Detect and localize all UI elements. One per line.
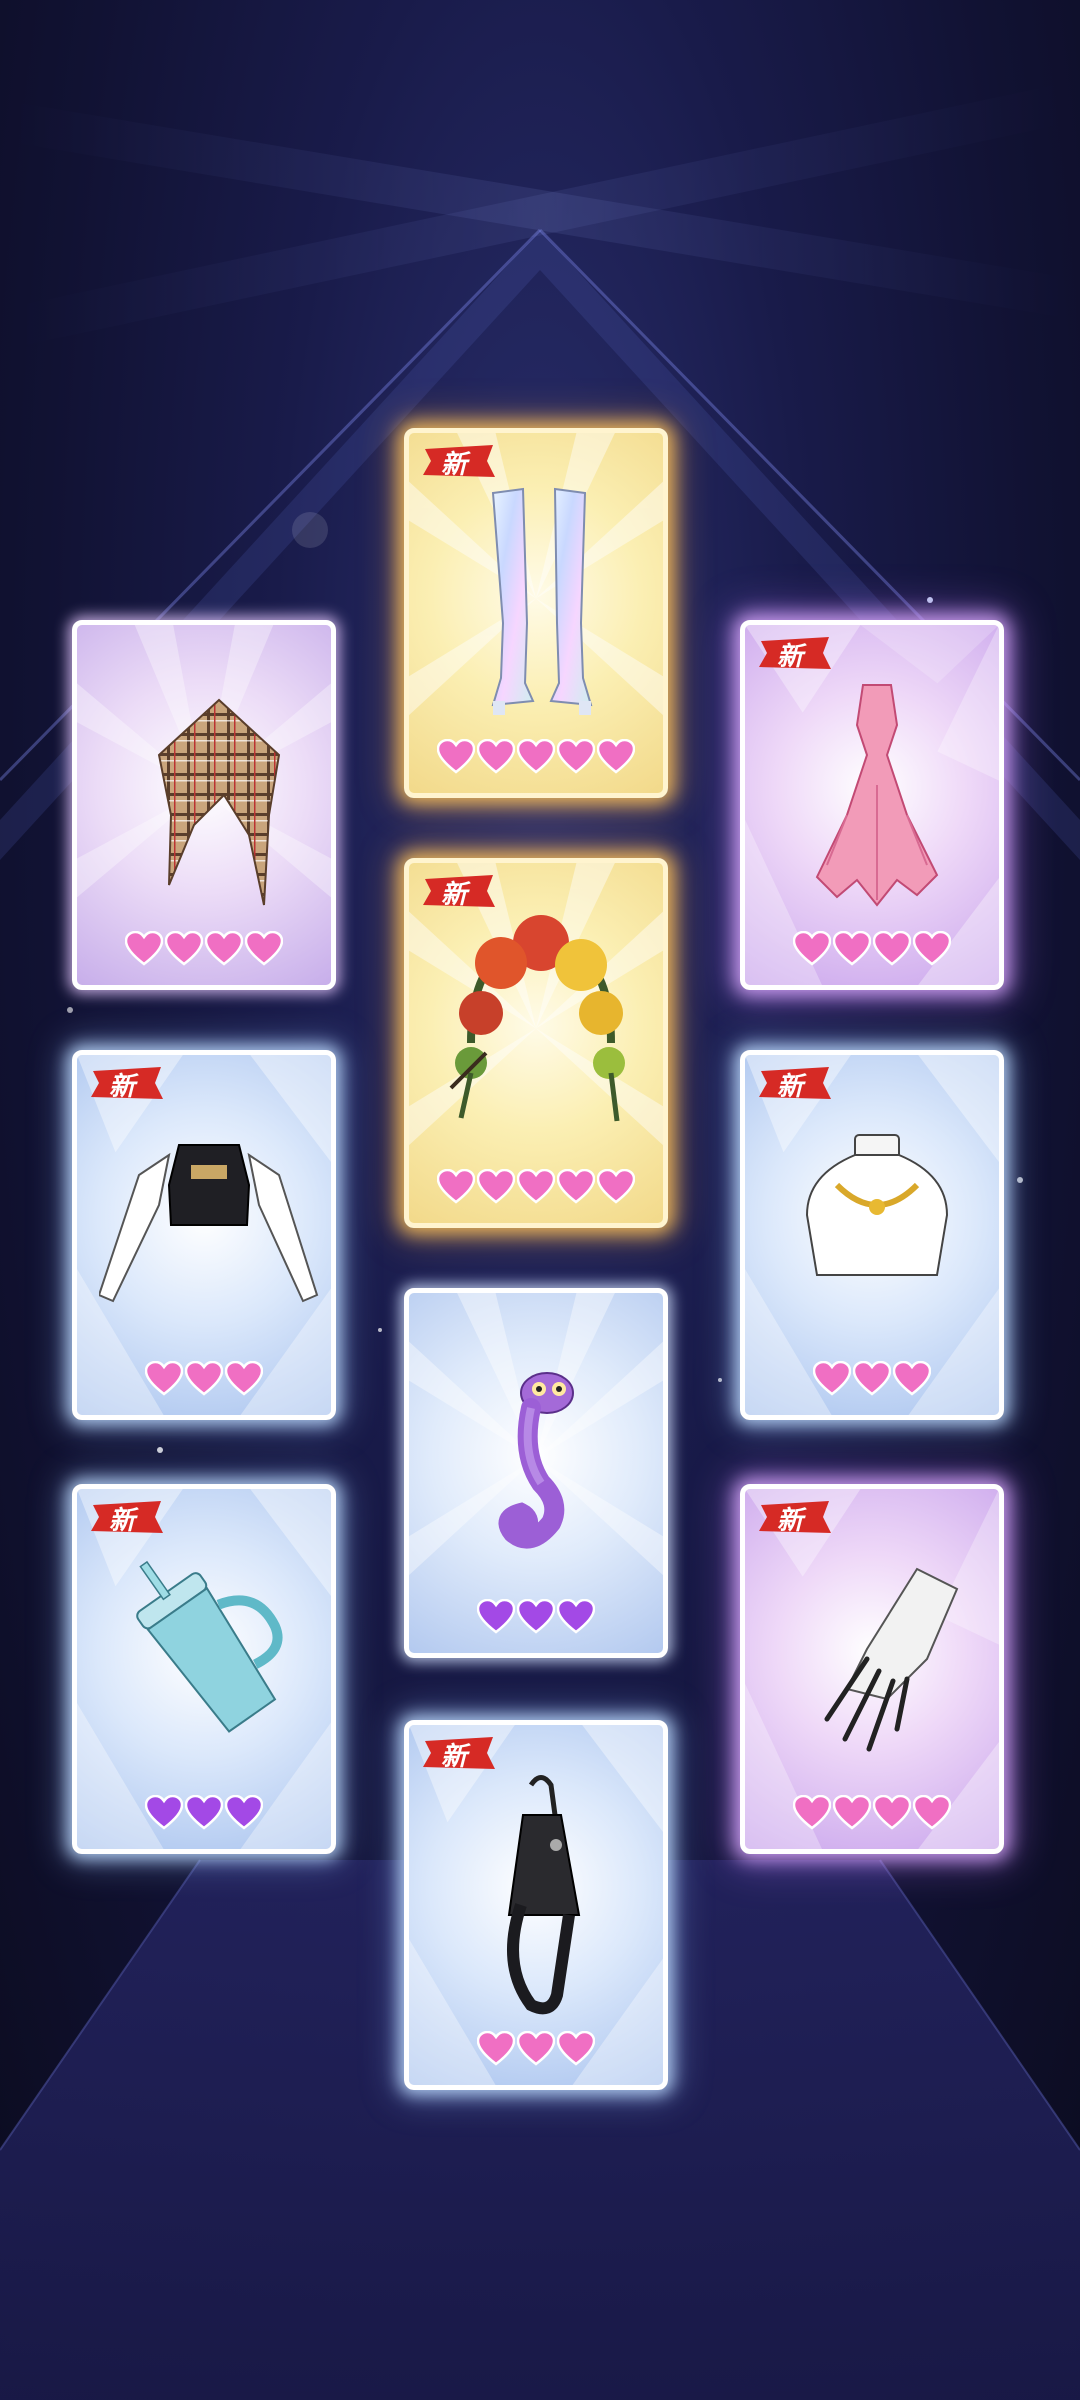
heart-icon bbox=[557, 2031, 595, 2066]
heart-icon bbox=[185, 1795, 223, 1830]
rarity-hearts bbox=[77, 931, 331, 967]
heart-icon bbox=[125, 931, 163, 966]
crop-top-icon bbox=[97, 1095, 319, 1345]
heart-icon bbox=[833, 1795, 871, 1830]
heart-icon bbox=[913, 1795, 951, 1830]
rarity-hearts bbox=[745, 931, 999, 967]
heart-icon bbox=[517, 1599, 555, 1634]
heart-icon bbox=[833, 931, 871, 966]
heart-icon bbox=[145, 1361, 183, 1396]
heart-icon bbox=[205, 931, 243, 966]
reward-screen: 新 新 新 新 新 新 新 新 bbox=[0, 0, 1080, 2400]
heart-icon bbox=[597, 1169, 635, 1204]
heart-icon bbox=[477, 1599, 515, 1634]
heart-icon bbox=[145, 1795, 183, 1830]
heart-icon bbox=[873, 1795, 911, 1830]
heart-icon bbox=[873, 931, 911, 966]
heart-icon bbox=[557, 1169, 595, 1204]
flower-headdress-icon bbox=[431, 903, 651, 1153]
rarity-hearts bbox=[409, 2031, 663, 2067]
rarity-hearts bbox=[745, 1361, 999, 1397]
heart-icon bbox=[913, 931, 951, 966]
nail-claws-icon bbox=[767, 1529, 987, 1779]
heart-icon bbox=[517, 739, 555, 774]
heart-icon bbox=[225, 1361, 263, 1396]
heart-icon bbox=[185, 1361, 223, 1396]
plaid-scarf-icon bbox=[99, 665, 319, 915]
chameleon-icon bbox=[431, 1333, 651, 1583]
reward-card-flower-headdress[interactable]: 新 bbox=[404, 858, 668, 1228]
reward-card-pink-gown[interactable]: 新 bbox=[740, 620, 1004, 990]
gold-necklace-icon bbox=[767, 1095, 987, 1345]
rarity-hearts bbox=[77, 1361, 331, 1397]
reward-card-tumbler[interactable]: 新 bbox=[72, 1484, 336, 1854]
reward-card-boots[interactable]: 新 bbox=[404, 428, 668, 798]
heart-icon bbox=[437, 739, 475, 774]
pink-gown-icon bbox=[767, 665, 987, 915]
heart-icon bbox=[225, 1795, 263, 1830]
rarity-hearts bbox=[409, 739, 663, 775]
heart-icon bbox=[557, 1599, 595, 1634]
heart-icon bbox=[437, 1169, 475, 1204]
rarity-hearts bbox=[745, 1795, 999, 1831]
rarity-hearts bbox=[409, 1169, 663, 1205]
heart-icon bbox=[517, 2031, 555, 2066]
heart-icon bbox=[793, 931, 831, 966]
heart-icon bbox=[477, 2031, 515, 2066]
reward-card-nail-claws[interactable]: 新 bbox=[740, 1484, 1004, 1854]
heart-icon bbox=[477, 739, 515, 774]
heart-icon bbox=[893, 1361, 931, 1396]
heart-icon bbox=[245, 931, 283, 966]
heart-icon bbox=[517, 1169, 555, 1204]
rarity-hearts bbox=[409, 1599, 663, 1635]
reward-card-crop-top[interactable]: 新 bbox=[72, 1050, 336, 1420]
tumbler-icon bbox=[99, 1529, 319, 1779]
heart-icon bbox=[557, 739, 595, 774]
heart-icon bbox=[853, 1361, 891, 1396]
reward-card-necklace[interactable]: 新 bbox=[740, 1050, 1004, 1420]
crossbody-bag-icon bbox=[431, 1765, 651, 2015]
reward-card-chameleon[interactable] bbox=[404, 1288, 668, 1658]
heart-icon bbox=[165, 931, 203, 966]
reward-card-crossbody-bag[interactable]: 新 bbox=[404, 1720, 668, 2090]
heart-icon bbox=[793, 1795, 831, 1830]
holographic-boots-icon bbox=[431, 473, 651, 723]
reward-card-plaid-scarf[interactable] bbox=[72, 620, 336, 990]
heart-icon bbox=[597, 739, 635, 774]
heart-icon bbox=[477, 1169, 515, 1204]
rarity-hearts bbox=[77, 1795, 331, 1831]
heart-icon bbox=[813, 1361, 851, 1396]
